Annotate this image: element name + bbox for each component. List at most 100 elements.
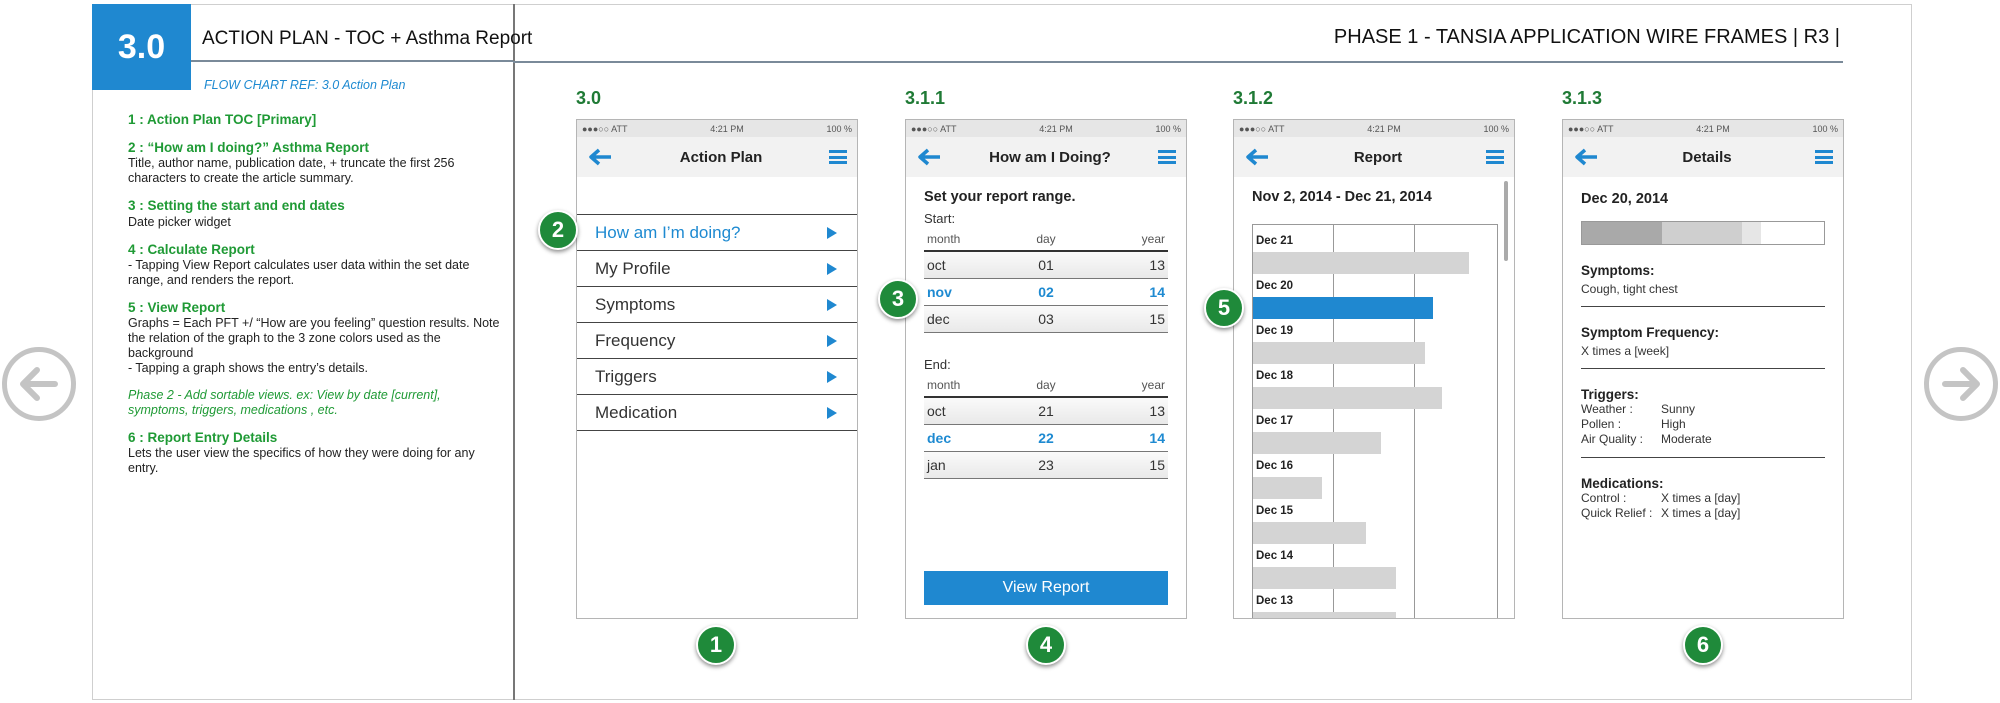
back-arrow-icon[interactable] [587, 147, 613, 167]
back-arrow-icon[interactable] [1244, 147, 1270, 167]
picker-row[interactable]: oct 21 13 [924, 398, 1168, 425]
day-value: 21 [1038, 403, 1054, 419]
report-bar[interactable] [1253, 612, 1396, 618]
hamburger-menu-icon[interactable] [1486, 150, 1504, 164]
day-value: 02 [1038, 284, 1054, 300]
note-heading: 3 : Setting the start and end dates [128, 198, 345, 214]
report-bar[interactable] [1253, 567, 1396, 589]
menu-item-how-am-i-doing[interactable]: How am I’m doing? [577, 215, 857, 251]
status-bar: ●●●○○ ATT 4:21 PM 100 % [1234, 120, 1514, 137]
entry-date: Dec 20, 2014 [1581, 191, 1669, 207]
trigger-key: Weather : [1581, 402, 1633, 416]
note-6: 6 : Report Entry Details Lets the user v… [128, 430, 503, 476]
note-heading: 5 : View Report [128, 299, 226, 315]
screen-label: 3.1.3 [1562, 88, 1603, 108]
scrollbar[interactable] [1504, 181, 1508, 261]
report-bar[interactable] [1253, 387, 1442, 409]
frequency-section: Symptom Frequency: X times a [week] [1581, 307, 1825, 369]
picker-row[interactable]: oct 01 13 [924, 252, 1168, 279]
nav-title: Details [1682, 148, 1732, 166]
report-date-range: Nov 2, 2014 - Dec 21, 2014 [1252, 189, 1432, 205]
picker-row[interactable]: dec 03 15 [924, 306, 1168, 333]
phone-screen-how-am-i-doing: ●●●○○ ATT 4:21 PM 100 % How am I Doing? … [905, 119, 1187, 619]
medication-value: X times a [day] [1661, 491, 1741, 505]
month-value: oct [927, 403, 946, 419]
menu-item-frequency[interactable]: Frequency [577, 323, 857, 359]
report-bar-chart: Dec 21 Dec 20 Dec 19 Dec 18 Dec 17 Dec 16 Dec … [1252, 224, 1498, 618]
title-rule [191, 60, 513, 62]
battery: 100 % [826, 123, 852, 134]
section-heading: Symptoms: [1581, 263, 1655, 278]
carrier-signal: ●●●○○ ATT [911, 123, 957, 134]
day-value: 22 [1038, 430, 1054, 446]
medication-row: Control : X times a [day] [1581, 491, 1825, 506]
back-arrow-icon[interactable] [916, 147, 942, 167]
bar-date-label: Dec 19 [1256, 325, 1294, 337]
callout-3: 3 [878, 279, 918, 319]
bar-date-label: Dec 16 [1256, 460, 1294, 472]
nav-title: Report [1353, 148, 1403, 166]
year-value: 13 [1149, 257, 1165, 273]
section-number-badge: 3.0 [92, 4, 191, 90]
menu-item-label: My Profile [595, 258, 671, 278]
note-heading: 6 : Report Entry Details [128, 429, 278, 445]
report-bar[interactable] [1253, 432, 1381, 454]
menu-item-label: How am I’m doing? [595, 222, 741, 242]
bar-date-label: Dec 15 [1256, 505, 1294, 517]
clock: 4:21 PM [1696, 123, 1730, 134]
month-value: nov [927, 284, 952, 300]
header-rule [513, 61, 1843, 63]
hamburger-menu-icon[interactable] [828, 150, 847, 164]
day-value: 01 [1038, 257, 1054, 273]
note-1: 1 : Action Plan TOC [Primary] [128, 112, 503, 128]
clock: 4:21 PM [1367, 123, 1401, 134]
back-arrow-icon[interactable] [1573, 147, 1599, 167]
note-heading: 2 : “How am I doing?” Asthma Report [128, 140, 370, 156]
month-value: oct [927, 257, 946, 273]
menu-item-symptoms[interactable]: Symptoms [577, 287, 857, 323]
picker-row[interactable]: jan 23 15 [924, 452, 1168, 479]
next-page-button[interactable] [1924, 347, 1998, 421]
report-bar[interactable] [1253, 522, 1366, 544]
note-body: Title, author name, publication date, + … [128, 156, 455, 186]
zone-gridline [1414, 225, 1415, 618]
gauge-zone [1661, 222, 1742, 244]
report-bar[interactable] [1253, 252, 1469, 274]
menu-item-label: Frequency [595, 330, 676, 350]
hamburger-menu-icon[interactable] [1814, 150, 1833, 164]
year-value: 13 [1149, 403, 1165, 419]
view-report-button[interactable]: View Report [924, 571, 1168, 605]
menu-item-triggers[interactable]: Triggers [577, 359, 857, 395]
picker-row-selected[interactable]: dec 22 14 [924, 425, 1168, 452]
col-month: month [927, 232, 961, 246]
note-body: Date picker widget [128, 214, 231, 229]
section-heading: Medications: [1581, 476, 1664, 491]
chevron-right-icon [827, 262, 837, 275]
trigger-row: Pollen : High [1581, 417, 1825, 432]
report-bar[interactable] [1253, 477, 1322, 499]
gauge-zone [1582, 222, 1662, 244]
end-date-picker[interactable]: month day year oct 21 13 dec 22 14 jan 2… [924, 378, 1168, 479]
prev-page-button[interactable] [2, 347, 76, 421]
report-bar[interactable] [1253, 297, 1433, 319]
menu-item-label: Symptoms [595, 294, 676, 314]
callout-6: 6 [1683, 625, 1723, 665]
toc-menu: How am I’m doing? My Profile Symptoms Fr… [577, 214, 857, 431]
callout-4: 4 [1026, 625, 1066, 665]
start-date-picker[interactable]: month day year oct 01 13 nov 02 14 dec 0… [924, 232, 1168, 333]
battery: 100 % [1483, 123, 1509, 134]
trigger-key: Air Quality : [1581, 432, 1644, 446]
clock: 4:21 PM [710, 123, 744, 134]
menu-item-medication[interactable]: Medication [577, 395, 857, 431]
report-bar[interactable] [1253, 342, 1425, 364]
arrow-left-icon [20, 367, 58, 401]
day-value: 03 [1038, 311, 1054, 327]
note-body: - Tapping View Report calculates user da… [128, 257, 470, 287]
menu-item-my-profile[interactable]: My Profile [577, 251, 857, 287]
trigger-key: Pollen : [1581, 417, 1622, 431]
picker-row-selected[interactable]: nov 02 14 [924, 279, 1168, 306]
nav-bar: Action Plan [577, 137, 857, 177]
symptoms-section: Symptoms: Cough, tight chest [1581, 245, 1825, 307]
start-label: Start: [924, 211, 956, 226]
hamburger-menu-icon[interactable] [1157, 150, 1176, 164]
